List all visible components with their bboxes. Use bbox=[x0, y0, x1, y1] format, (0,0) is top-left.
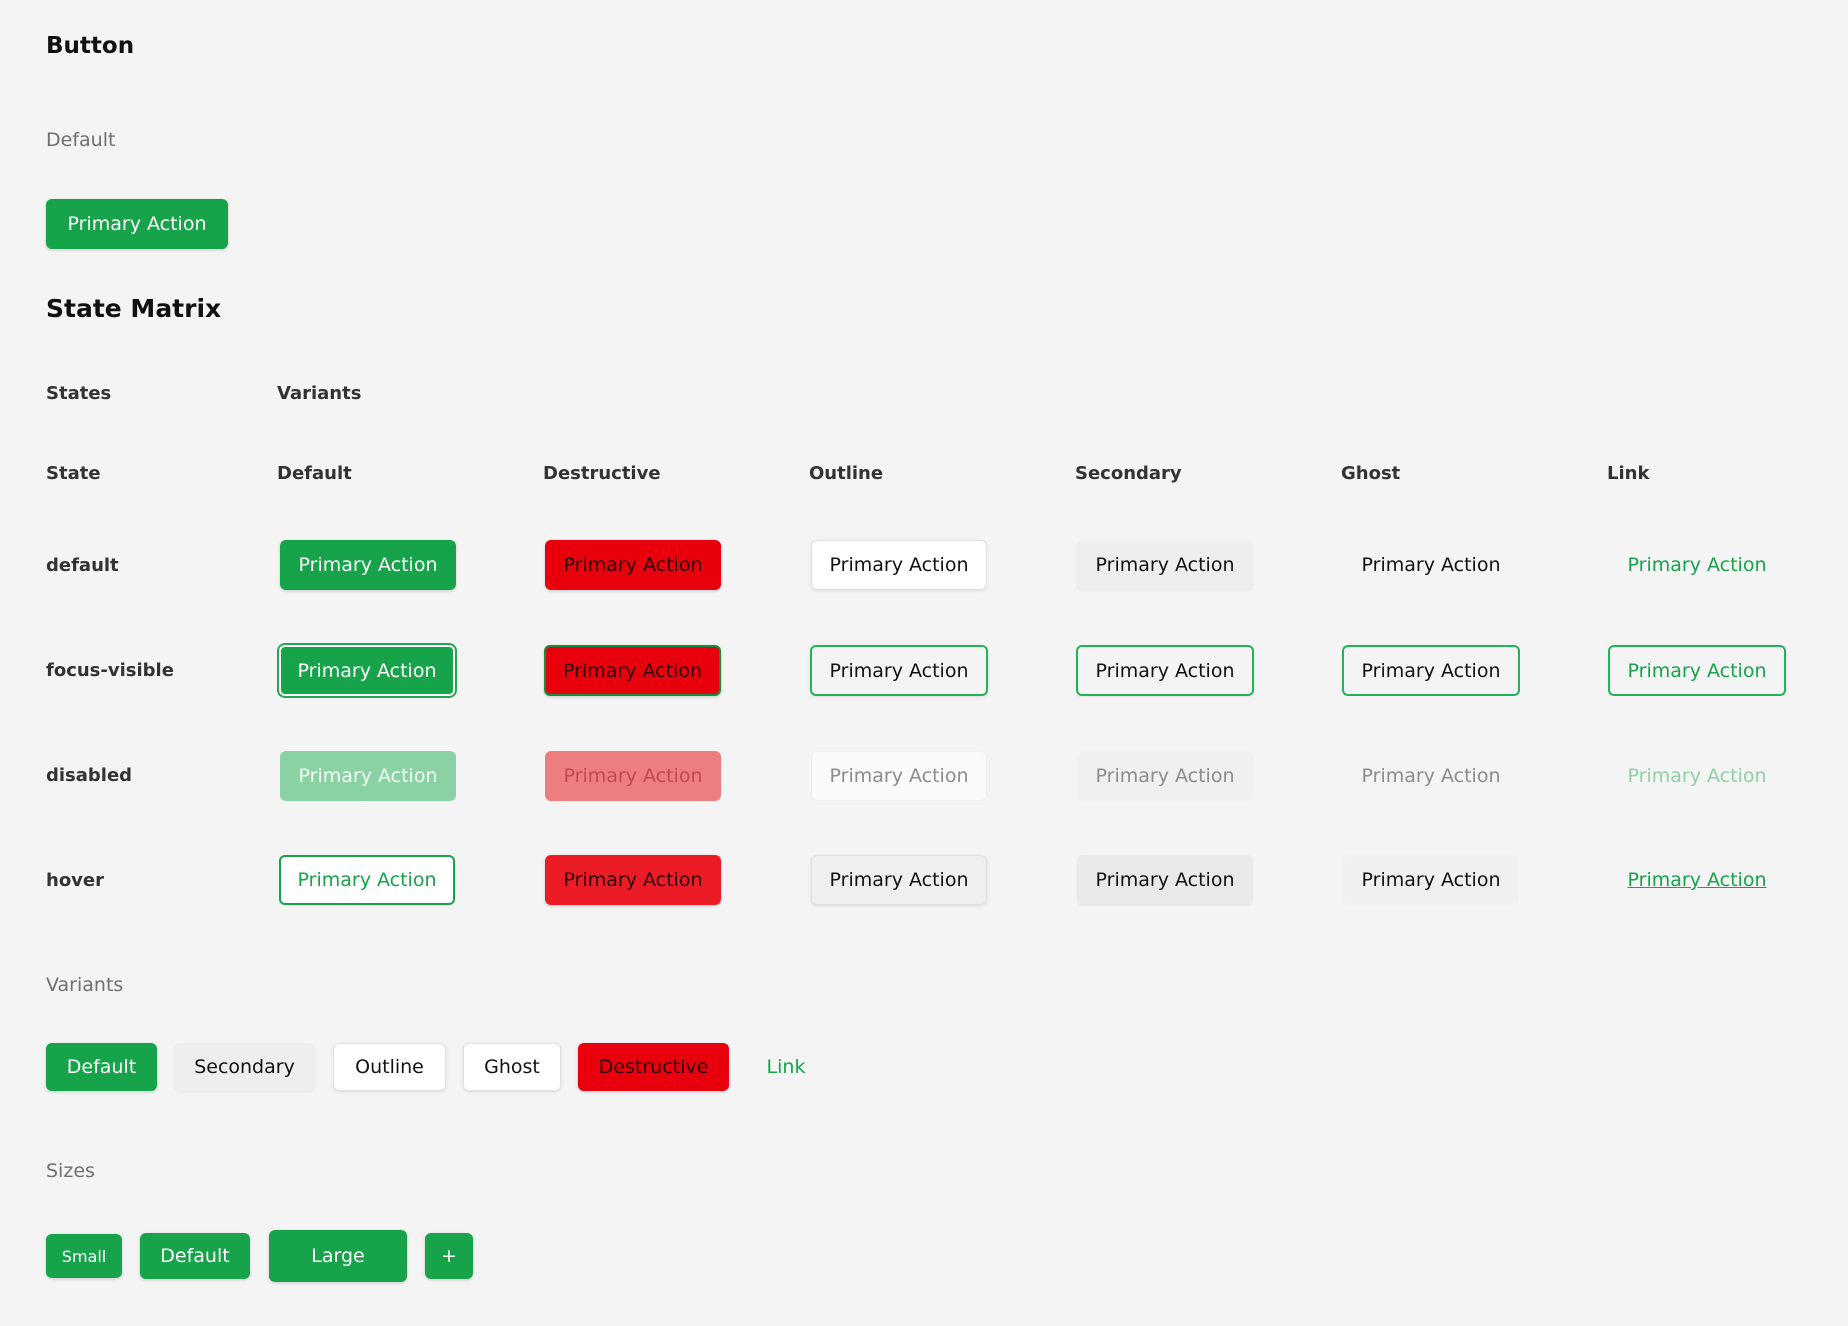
size-small-button[interactable]: Small bbox=[46, 1234, 122, 1278]
states-group-header: States bbox=[46, 383, 112, 404]
matrix-focus-ghost-button[interactable]: Primary Action bbox=[1342, 645, 1520, 696]
state-label-default: default bbox=[46, 555, 119, 576]
state-label-focus-visible: focus-visible bbox=[46, 660, 174, 681]
matrix-hover-link-button[interactable]: Primary Action bbox=[1609, 855, 1785, 905]
column-header-ghost: Ghost bbox=[1341, 463, 1401, 484]
variants-group-header: Variants bbox=[277, 383, 362, 404]
size-large-button[interactable]: Large bbox=[269, 1230, 407, 1282]
state-label-hover: hover bbox=[46, 870, 104, 891]
matrix-default-destructive-button[interactable]: Primary Action bbox=[545, 540, 721, 590]
column-header-state: State bbox=[46, 463, 101, 484]
matrix-default-secondary-button[interactable]: Primary Action bbox=[1077, 540, 1253, 590]
matrix-default-default-button[interactable]: Primary Action bbox=[280, 540, 456, 590]
matrix-default-ghost-button[interactable]: Primary Action bbox=[1343, 540, 1519, 590]
variant-destructive-button[interactable]: Destructive bbox=[578, 1043, 729, 1091]
column-header-destructive: Destructive bbox=[543, 463, 661, 484]
matrix-disabled-link-button: Primary Action bbox=[1627, 765, 1767, 787]
matrix-disabled-destructive-button: Primary Action bbox=[545, 751, 721, 801]
sizes-section-label: Sizes bbox=[46, 1160, 95, 1182]
matrix-disabled-ghost-button: Primary Action bbox=[1361, 765, 1501, 787]
size-icon-plus-button[interactable]: + bbox=[425, 1233, 473, 1279]
matrix-focus-outline-button[interactable]: Primary Action bbox=[810, 645, 988, 696]
state-label-disabled: disabled bbox=[46, 765, 133, 786]
variant-ghost-button[interactable]: Ghost bbox=[463, 1043, 561, 1091]
column-header-secondary: Secondary bbox=[1075, 463, 1182, 484]
matrix-hover-default-button[interactable]: Primary Action bbox=[279, 855, 455, 905]
matrix-hover-destructive-button[interactable]: Primary Action bbox=[545, 855, 721, 905]
column-header-default: Default bbox=[277, 463, 352, 484]
matrix-focus-secondary-button[interactable]: Primary Action bbox=[1076, 645, 1254, 696]
size-default-button[interactable]: Default bbox=[140, 1233, 250, 1279]
matrix-disabled-secondary-button: Primary Action bbox=[1077, 751, 1253, 801]
primary-action-button[interactable]: Primary Action bbox=[46, 199, 228, 249]
column-header-outline: Outline bbox=[809, 463, 884, 484]
default-section-label: Default bbox=[46, 129, 116, 151]
matrix-focus-link-button[interactable]: Primary Action bbox=[1608, 645, 1786, 696]
matrix-focus-destructive-button[interactable]: Primary Action bbox=[544, 645, 721, 696]
matrix-default-link-button[interactable]: Primary Action bbox=[1609, 540, 1785, 590]
column-header-link: Link bbox=[1607, 463, 1650, 484]
matrix-hover-secondary-button[interactable]: Primary Action bbox=[1077, 855, 1253, 905]
matrix-hover-ghost-button[interactable]: Primary Action bbox=[1343, 855, 1519, 905]
state-matrix-title: State Matrix bbox=[46, 294, 222, 323]
matrix-disabled-outline-button: Primary Action bbox=[811, 751, 987, 801]
variant-secondary-button[interactable]: Secondary bbox=[174, 1043, 315, 1091]
matrix-default-outline-button[interactable]: Primary Action bbox=[811, 540, 987, 590]
matrix-hover-outline-button[interactable]: Primary Action bbox=[811, 855, 987, 905]
variant-outline-button[interactable]: Outline bbox=[333, 1043, 446, 1091]
variant-link-button[interactable]: Link bbox=[746, 1043, 826, 1091]
matrix-focus-default-button[interactable]: Primary Action bbox=[279, 645, 455, 696]
variants-section-label: Variants bbox=[46, 974, 124, 996]
variant-default-button[interactable]: Default bbox=[46, 1043, 157, 1091]
page-title: Button bbox=[46, 33, 135, 59]
matrix-disabled-default-button: Primary Action bbox=[280, 751, 456, 801]
